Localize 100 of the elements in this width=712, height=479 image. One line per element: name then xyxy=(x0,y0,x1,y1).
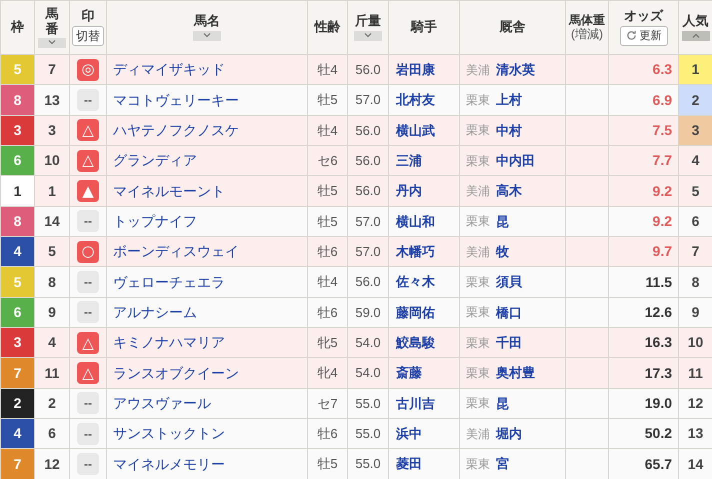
jockey-link[interactable]: 横山武 xyxy=(396,120,435,140)
trainer-link[interactable]: 千田 xyxy=(496,333,522,353)
jockey-link[interactable]: 北村友 xyxy=(396,90,435,110)
sex-age: 牡4 xyxy=(308,116,348,146)
trainer-link[interactable]: 上村 xyxy=(496,90,522,110)
column-header: 性齢 xyxy=(314,20,340,35)
horse-name-link[interactable]: アウスヴァール xyxy=(113,392,211,414)
carried-weight: 57.0 xyxy=(348,85,389,115)
jockey-link[interactable]: 藤岡佑 xyxy=(396,302,435,322)
horse-name-link[interactable]: マイネルモーント xyxy=(113,180,225,202)
sex-age: セ6 xyxy=(308,146,348,176)
mark-badge[interactable]: -- xyxy=(77,89,99,112)
frame-number: 4 xyxy=(1,419,35,448)
horse-name-link[interactable]: グランディア xyxy=(113,150,197,172)
sex-age: 牡4 xyxy=(308,267,348,297)
mark-badge[interactable]: -- xyxy=(77,392,99,414)
frame-number: 7 xyxy=(1,449,35,479)
odds: 17.3 xyxy=(644,364,672,383)
horse-name-link[interactable]: サンストックトン xyxy=(113,423,225,444)
jockey-link[interactable]: 佐々木 xyxy=(396,272,435,292)
sort-toggle[interactable] xyxy=(354,30,382,41)
jockey-link[interactable]: 岩田康 xyxy=(396,60,435,80)
frame-number: 6 xyxy=(1,298,35,328)
horse-name-link[interactable]: ヴェローチェエラ xyxy=(113,272,225,293)
jockey-link[interactable]: 浜中 xyxy=(396,424,422,444)
trainer-link[interactable]: 須貝 xyxy=(496,272,522,292)
odds: 6.3 xyxy=(652,60,672,80)
stable-region: 美浦 xyxy=(466,183,490,200)
column-header: 馬体重 xyxy=(569,14,605,27)
stable-region: 栗東 xyxy=(466,365,490,382)
chevron-down-icon xyxy=(203,33,211,38)
horse-name-link[interactable]: トップナイフ xyxy=(113,210,197,232)
horse-number: 8 xyxy=(35,267,70,297)
chevron-down-icon xyxy=(364,33,372,38)
sort-toggle[interactable] xyxy=(38,38,66,48)
jockey-link[interactable]: 古川吉 xyxy=(396,394,435,414)
sort-toggle[interactable] xyxy=(193,30,221,41)
trainer-link[interactable]: 昆 xyxy=(496,212,509,232)
horse-name-link[interactable]: ボーンディスウェイ xyxy=(113,241,239,262)
stable-region: 栗東 xyxy=(466,334,490,352)
jockey-link[interactable]: 丹内 xyxy=(396,181,422,201)
toggle-button[interactable]: 切替 xyxy=(72,26,104,46)
trainer-link[interactable]: 堀内 xyxy=(496,424,522,444)
column-header: 人気 xyxy=(682,14,708,29)
stable-region: 栗東 xyxy=(466,213,490,230)
popularity-rank: 14 xyxy=(679,449,712,479)
jockey-link[interactable]: 木幡巧 xyxy=(396,242,435,262)
horse-name-link[interactable]: マコトヴェリーキー xyxy=(113,90,239,111)
popularity-rank: 10 xyxy=(679,328,712,358)
mark-badge[interactable]: -- xyxy=(77,210,99,232)
frame-number: 8 xyxy=(1,206,35,236)
column-subheader: (増減) xyxy=(571,26,603,42)
jockey-link[interactable]: 横山和 xyxy=(396,212,435,232)
stable-region: 栗東 xyxy=(466,456,490,474)
frame-number: 5 xyxy=(1,267,35,297)
refresh-icon xyxy=(626,30,636,42)
mark-badge[interactable]: -- xyxy=(77,453,99,476)
trainer-link[interactable]: 奥村豊 xyxy=(496,363,535,383)
carried-weight: 55.0 xyxy=(348,419,389,448)
mark-badge[interactable]: -- xyxy=(77,422,99,445)
trainer-link[interactable]: 中村 xyxy=(496,120,522,140)
horse-number: 9 xyxy=(35,298,70,328)
popularity-rank: 7 xyxy=(679,237,712,266)
trainer-link[interactable]: 牧 xyxy=(496,242,509,262)
sex-age: 牝4 xyxy=(308,358,348,388)
trainer-link[interactable]: 高木 xyxy=(496,181,522,201)
carried-weight: 57.0 xyxy=(348,206,389,236)
jockey-link[interactable]: 鮫島駿 xyxy=(396,333,435,353)
jockey-link[interactable]: 三浦 xyxy=(396,150,422,170)
popularity-rank: 2 xyxy=(679,85,712,115)
odds: 7.5 xyxy=(652,120,672,140)
jockey-link[interactable]: 菱田 xyxy=(396,454,422,474)
sex-age: 牡5 xyxy=(308,176,348,206)
sex-age: 牡5 xyxy=(308,85,348,115)
sex-age: セ7 xyxy=(308,388,348,418)
horse-number: 12 xyxy=(35,449,70,479)
horse-name-link[interactable]: ディマイザキッド xyxy=(113,59,225,80)
frame-number: 4 xyxy=(1,237,35,266)
jockey-link[interactable]: 斎藤 xyxy=(396,363,422,383)
carried-weight: 55.0 xyxy=(348,449,389,479)
trainer-link[interactable]: 清水英 xyxy=(496,60,535,80)
trainer-link[interactable]: 中内田 xyxy=(496,150,535,170)
trainer-link[interactable]: 橋口 xyxy=(496,302,522,322)
carried-weight: 56.0 xyxy=(348,55,389,84)
chevron-up-icon xyxy=(692,33,700,38)
mark-badge[interactable]: -- xyxy=(77,301,99,324)
horse-name-link[interactable]: ハヤテノフクノスケ xyxy=(113,120,239,141)
horse-name-link[interactable]: ランスオブクイーン xyxy=(113,362,239,384)
sort-toggle[interactable] xyxy=(682,30,710,41)
sex-age: 牡6 xyxy=(308,237,348,266)
horse-name-link[interactable]: マイネルメモリー xyxy=(113,454,225,475)
odds: 6.9 xyxy=(652,90,672,110)
horse-name-link[interactable]: アルナシーム xyxy=(113,302,197,323)
odds: 9.7 xyxy=(652,242,672,262)
refresh-button[interactable]: 更新 xyxy=(620,26,668,46)
trainer-link[interactable]: 昆 xyxy=(496,394,509,414)
horse-name-link[interactable]: キミノナハマリア xyxy=(113,332,225,354)
mark-badge[interactable]: -- xyxy=(77,271,99,294)
trainer-link[interactable]: 宮 xyxy=(496,454,509,474)
popularity-rank: 11 xyxy=(679,358,712,388)
